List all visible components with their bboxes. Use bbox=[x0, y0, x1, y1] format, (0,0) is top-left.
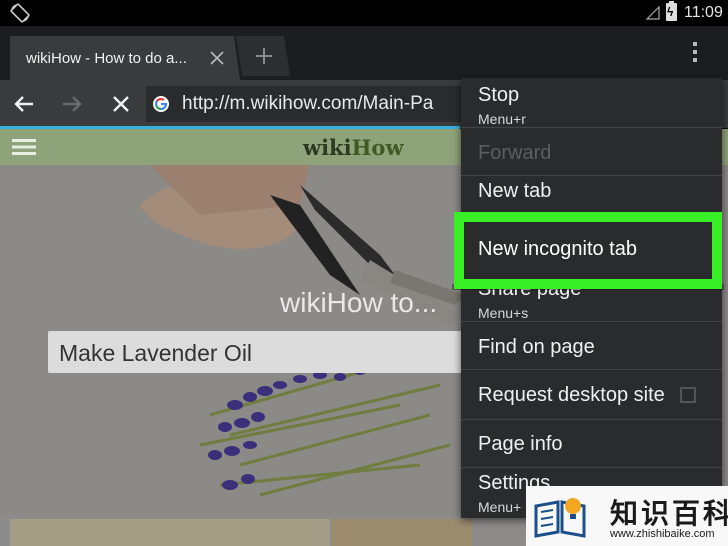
battery-charging-icon: ϟ bbox=[666, 1, 677, 21]
logo-wiki: wiki bbox=[303, 135, 352, 160]
menu-item-label: New tab bbox=[478, 180, 552, 202]
hero-heading: wikiHow to... bbox=[280, 287, 438, 318]
menu-item-label: Forward bbox=[478, 142, 552, 164]
watermark: 知识百科 www.zhishibaike.com bbox=[526, 486, 728, 546]
search-input[interactable]: Make Lavender Oil bbox=[48, 331, 468, 373]
menu-item-page-info[interactable]: Page info bbox=[461, 420, 722, 468]
menu-item-request-desktop-site[interactable]: Request desktop site bbox=[461, 370, 722, 420]
watermark-title: 知识百科 bbox=[610, 498, 728, 529]
watermark-url: www.zhishibaike.com bbox=[610, 528, 715, 540]
back-icon[interactable] bbox=[12, 92, 36, 116]
menu-item-label: Page info bbox=[478, 433, 563, 455]
browser-tab[interactable]: wikiHow - How to do a... bbox=[10, 36, 240, 80]
url-text: http://m.wikihow.com/Main-Pa bbox=[182, 93, 434, 114]
tab-title: wikiHow - How to do a... bbox=[26, 50, 187, 67]
menu-item-label: Find on page bbox=[478, 336, 595, 358]
checkbox-icon[interactable] bbox=[680, 387, 696, 403]
overflow-menu-icon[interactable] bbox=[690, 41, 700, 63]
menu-item-label: Request desktop site bbox=[478, 384, 665, 406]
rotate-icon bbox=[10, 3, 30, 23]
menu-item-shortcut: Menu+ bbox=[478, 499, 522, 515]
signal-icon bbox=[646, 6, 660, 20]
article-thumbnail[interactable] bbox=[10, 519, 330, 546]
status-bar: ϟ 11:09 bbox=[0, 0, 728, 26]
site-logo[interactable]: wikiHow bbox=[303, 135, 404, 160]
clock: 11:09 bbox=[684, 4, 723, 21]
google-icon bbox=[153, 96, 169, 112]
menu-item-label: New incognito tab bbox=[478, 238, 637, 260]
book-lightbulb-icon bbox=[534, 498, 586, 538]
close-icon[interactable] bbox=[208, 49, 226, 67]
address-bar[interactable]: http://m.wikihow.com/Main-Pa bbox=[146, 86, 476, 122]
forward-icon[interactable] bbox=[60, 92, 84, 116]
stop-icon[interactable] bbox=[111, 94, 131, 114]
hamburger-menu-icon[interactable] bbox=[12, 138, 36, 156]
menu-item-stop[interactable]: Stop Menu+r bbox=[461, 78, 722, 128]
plus-icon bbox=[256, 48, 272, 64]
menu-item-shortcut: Menu+s bbox=[478, 305, 529, 321]
logo-how: How bbox=[351, 135, 404, 160]
menu-item-forward[interactable]: Forward bbox=[461, 128, 722, 176]
article-thumbnail[interactable] bbox=[332, 519, 472, 546]
menu-item-label: Stop bbox=[478, 84, 520, 106]
menu-item-shortcut: Menu+r bbox=[478, 111, 526, 127]
menu-item-find-on-page[interactable]: Find on page bbox=[461, 322, 722, 370]
overflow-menu: Stop Menu+r Forward New tab Share page M… bbox=[461, 78, 722, 518]
new-tab-button[interactable] bbox=[236, 36, 290, 76]
tab-strip: wikiHow - How to do a... bbox=[0, 26, 728, 80]
search-value: Make Lavender Oil bbox=[59, 340, 253, 366]
highlight-new-incognito-tab[interactable]: New incognito tab bbox=[454, 212, 722, 289]
